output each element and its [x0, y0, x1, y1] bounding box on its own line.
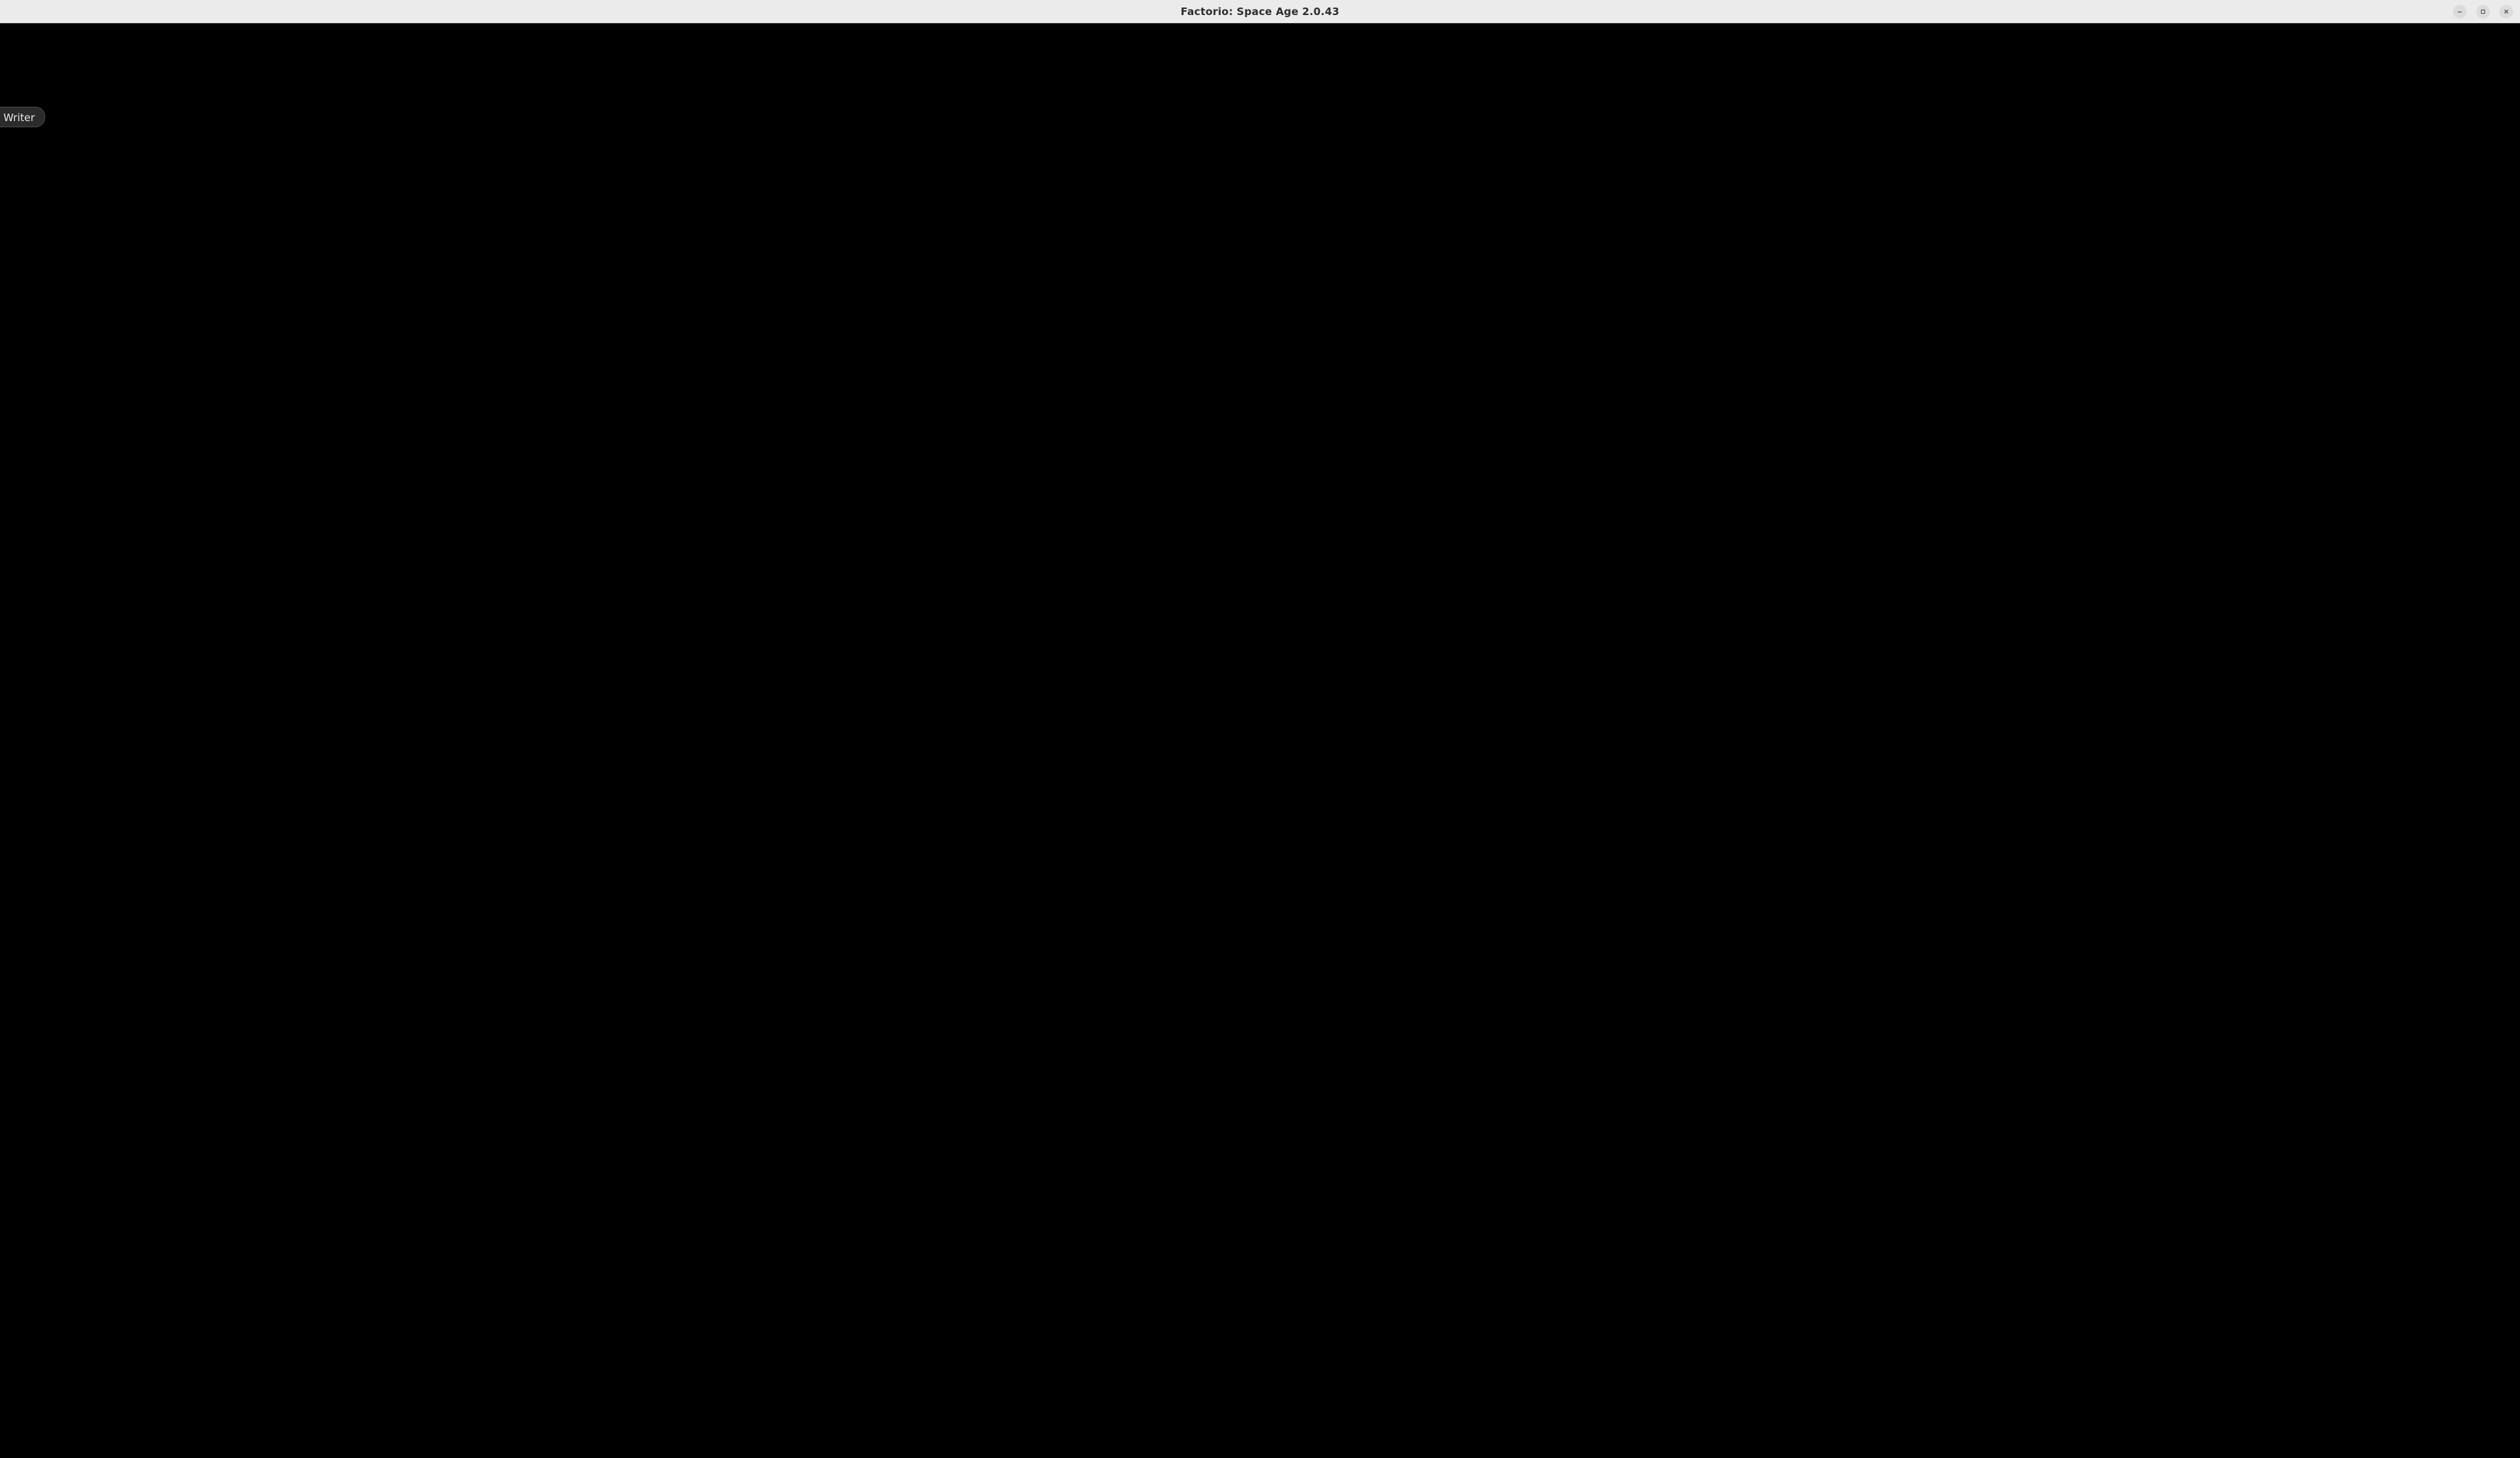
minimize-icon — [2456, 8, 2463, 15]
minimize-button[interactable] — [2453, 5, 2467, 18]
maximize-button[interactable] — [2476, 5, 2490, 18]
window-title: Factorio: Space Age 2.0.43 — [1180, 5, 1340, 18]
game-viewport[interactable]: Writer — [0, 23, 2520, 1458]
maximize-icon — [2480, 8, 2486, 15]
window-controls — [2453, 0, 2513, 23]
window-titlebar[interactable]: Factorio: Space Age 2.0.43 — [0, 0, 2520, 23]
close-button[interactable] — [2499, 5, 2513, 18]
factorio-window: Factorio: Space Age 2.0.43 Writer — [0, 0, 2520, 1458]
close-icon — [2503, 8, 2510, 15]
writer-app-label: Writer — [0, 107, 45, 127]
writer-app-label-text: Writer — [3, 112, 35, 124]
